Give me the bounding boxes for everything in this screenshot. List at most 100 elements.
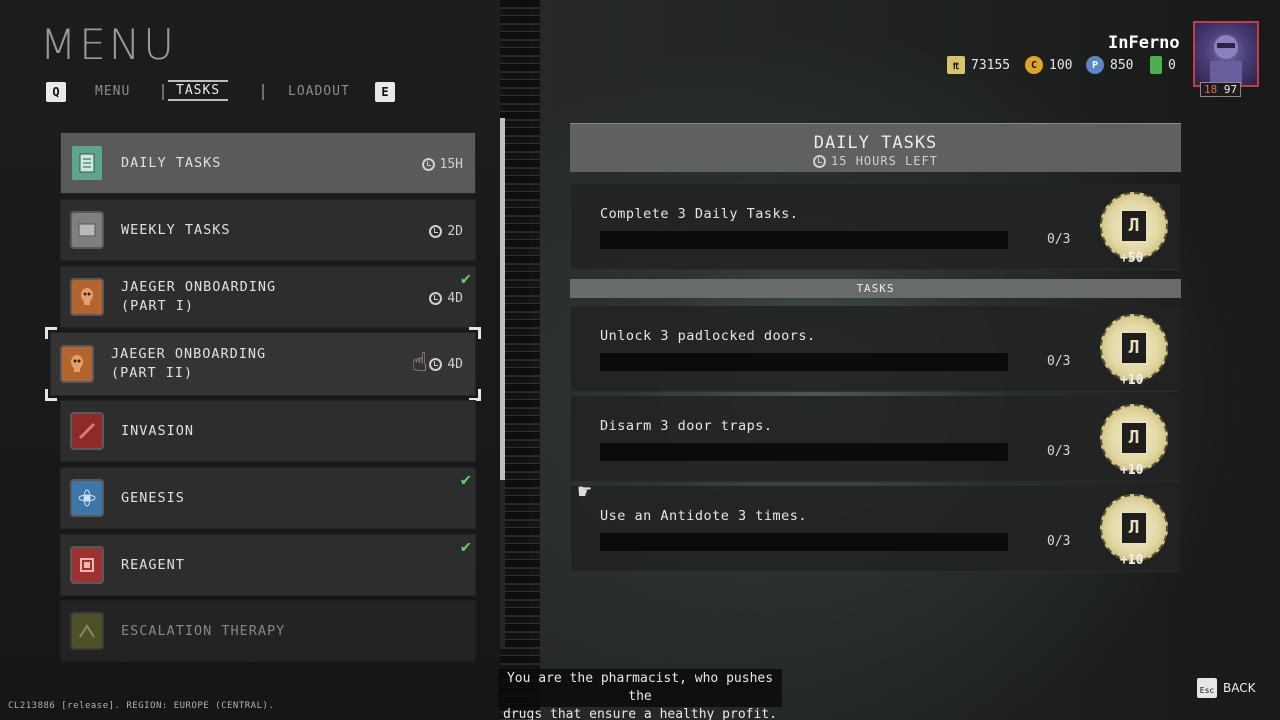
currency-tickets: ₶ 73155 <box>947 55 1010 75</box>
task-item-escalation-therapy[interactable]: ESCALATION THERAPY <box>60 600 476 662</box>
progress-bar <box>600 443 1008 461</box>
task-description: Disarm 3 door traps. <box>600 418 773 434</box>
torn-edge-divider <box>500 0 540 720</box>
prev-tab-key[interactable]: Q <box>46 82 66 102</box>
back-label[interactable]: BACK <box>1223 681 1255 695</box>
avatar[interactable] <box>1193 21 1259 87</box>
task-item-reagent[interactable]: REAGENT ✔ <box>60 534 476 596</box>
daily-tasks-header: DAILY TASKS 15 HOURS LEFT <box>570 123 1181 172</box>
tab-loadout[interactable]: LOADOUT <box>288 84 350 99</box>
task-card: Unlock 3 padlocked doors. 0/3 Л +10 <box>571 306 1180 392</box>
task-time-remaining: 4D <box>429 267 463 329</box>
task-item-label-line1: JAEGER ONBOARDING <box>121 279 277 295</box>
task-item-label: JAEGER ONBOARDING (PART II) <box>111 345 266 383</box>
task-time-label: 2D <box>447 223 463 239</box>
currency-value: 73155 <box>971 57 1011 73</box>
genesis-icon <box>70 479 104 517</box>
progress-count: 0/3 <box>1047 534 1071 549</box>
selection-corner <box>45 389 57 401</box>
progress-count: 0/3 <box>1047 232 1071 247</box>
currency-green: 0 <box>1150 55 1176 75</box>
scrollbar-thumb[interactable] <box>500 118 505 480</box>
task-item-label-line1: JAEGER ONBOARDING <box>111 346 267 362</box>
clock-icon <box>813 154 827 168</box>
time-left-label: 15 HOURS LEFT <box>831 154 938 168</box>
checkmark-icon: ✔ <box>460 269 471 289</box>
task-item-label: GENESIS <box>121 489 185 506</box>
tooltip-line: You are the pharmacist, who pushes the <box>506 671 774 704</box>
task-description: Complete 3 Daily Tasks. <box>600 206 799 222</box>
hand-cursor-icon: ☛ <box>578 480 592 505</box>
clock-icon <box>429 291 443 305</box>
invasion-icon <box>70 412 104 450</box>
panel-title: DAILY TASKS <box>813 133 938 153</box>
progress-bar <box>600 231 1008 249</box>
task-time-label: 4D <box>447 290 463 306</box>
selection-corner <box>45 327 57 339</box>
checkmark-icon: ✔ <box>460 537 471 557</box>
task-time-label: 15H <box>439 156 463 172</box>
tab-tasks[interactable]: TASKS <box>168 80 229 101</box>
player-sublevel: 97 <box>1223 83 1238 96</box>
player-level: 18 <box>1204 83 1218 96</box>
gold-coin-icon: C <box>1025 56 1043 74</box>
tasks-section-label: TASKS <box>570 279 1181 298</box>
daily-summary-card: Complete 3 Daily Tasks. 0/3 Л +50 <box>571 184 1180 270</box>
clock-icon <box>421 157 435 171</box>
task-list-scrollbar[interactable] <box>500 118 505 648</box>
task-time-remaining: 4D <box>429 333 463 395</box>
esc-key[interactable]: Esc <box>1197 678 1217 698</box>
currency-blue: P 850 <box>1086 55 1133 75</box>
currency-value: 0 <box>1168 57 1176 73</box>
task-item-label: INVASION <box>121 422 195 439</box>
escalation-icon <box>70 612 104 650</box>
reward-token-icon: Л <box>1100 192 1168 260</box>
reward-token-icon: Л <box>1100 404 1168 472</box>
tab-separator <box>162 84 164 100</box>
panel-subtitle: 15 HOURS LEFT <box>570 154 1181 168</box>
clock-icon <box>429 224 443 238</box>
task-card: Disarm 3 door traps. 0/3 Л +10 <box>571 396 1180 482</box>
currency-value: 850 <box>1110 57 1134 73</box>
tooltip-line: drugs that ensure a healthy profit. <box>503 707 777 720</box>
task-description: Use an Antidote 3 times. <box>600 508 808 524</box>
blue-coin-icon: P <box>1086 56 1104 74</box>
task-card: Use an Antidote 3 times. 0/3 Л +10 <box>571 486 1180 572</box>
pointer-cursor-icon: ☝ <box>412 348 428 378</box>
task-time-remaining: 15H <box>421 133 463 195</box>
currency-value: 100 <box>1049 57 1073 73</box>
flavor-tooltip: You are the pharmacist, who pushes the d… <box>498 669 782 720</box>
task-item-label: DAILY TASKS <box>121 154 222 171</box>
daily-tasks-icon <box>70 144 104 182</box>
task-item-label-line2: (PART I) <box>121 298 195 314</box>
tab-menu[interactable]: MENU <box>95 84 130 99</box>
reward-token-icon: Л <box>1100 314 1168 382</box>
page-title: MENU <box>40 20 177 69</box>
task-item-weekly[interactable]: WEEKLY TASKS 2D <box>60 199 476 261</box>
weekly-tasks-icon <box>70 211 104 249</box>
back-button[interactable]: Esc BACK <box>1197 678 1255 698</box>
task-item-invasion[interactable]: INVASION <box>60 400 476 462</box>
reagent-icon <box>70 546 104 584</box>
selection-corner <box>469 327 481 339</box>
task-description: Unlock 3 padlocked doors. <box>600 328 816 344</box>
reward-amount: +10 <box>1120 553 1144 568</box>
task-item-jaeger-part-1[interactable]: JAEGER ONBOARDING (PART I) 4D ✔ <box>60 266 476 328</box>
progress-bar <box>600 533 1008 551</box>
task-item-label-line2: (PART II) <box>111 365 194 381</box>
tab-separator <box>262 84 264 100</box>
player-level-badge: 18 97 <box>1200 82 1242 97</box>
task-item-daily[interactable]: DAILY TASKS 15H <box>60 132 476 194</box>
reward-amount: +10 <box>1120 463 1144 478</box>
next-tab-key[interactable]: E <box>375 82 395 102</box>
green-token-icon <box>1150 56 1162 74</box>
reward-token-icon: Л <box>1100 494 1168 562</box>
progress-count: 0/3 <box>1047 444 1071 459</box>
progress-bar <box>600 353 1008 371</box>
jaeger-icon <box>60 345 94 383</box>
task-item-label: WEEKLY TASKS <box>121 221 231 238</box>
progress-count: 0/3 <box>1047 354 1071 369</box>
task-item-label: REAGENT <box>121 556 185 573</box>
checkmark-icon: ✔ <box>460 470 471 490</box>
task-item-genesis[interactable]: GENESIS ✔ <box>60 467 476 529</box>
